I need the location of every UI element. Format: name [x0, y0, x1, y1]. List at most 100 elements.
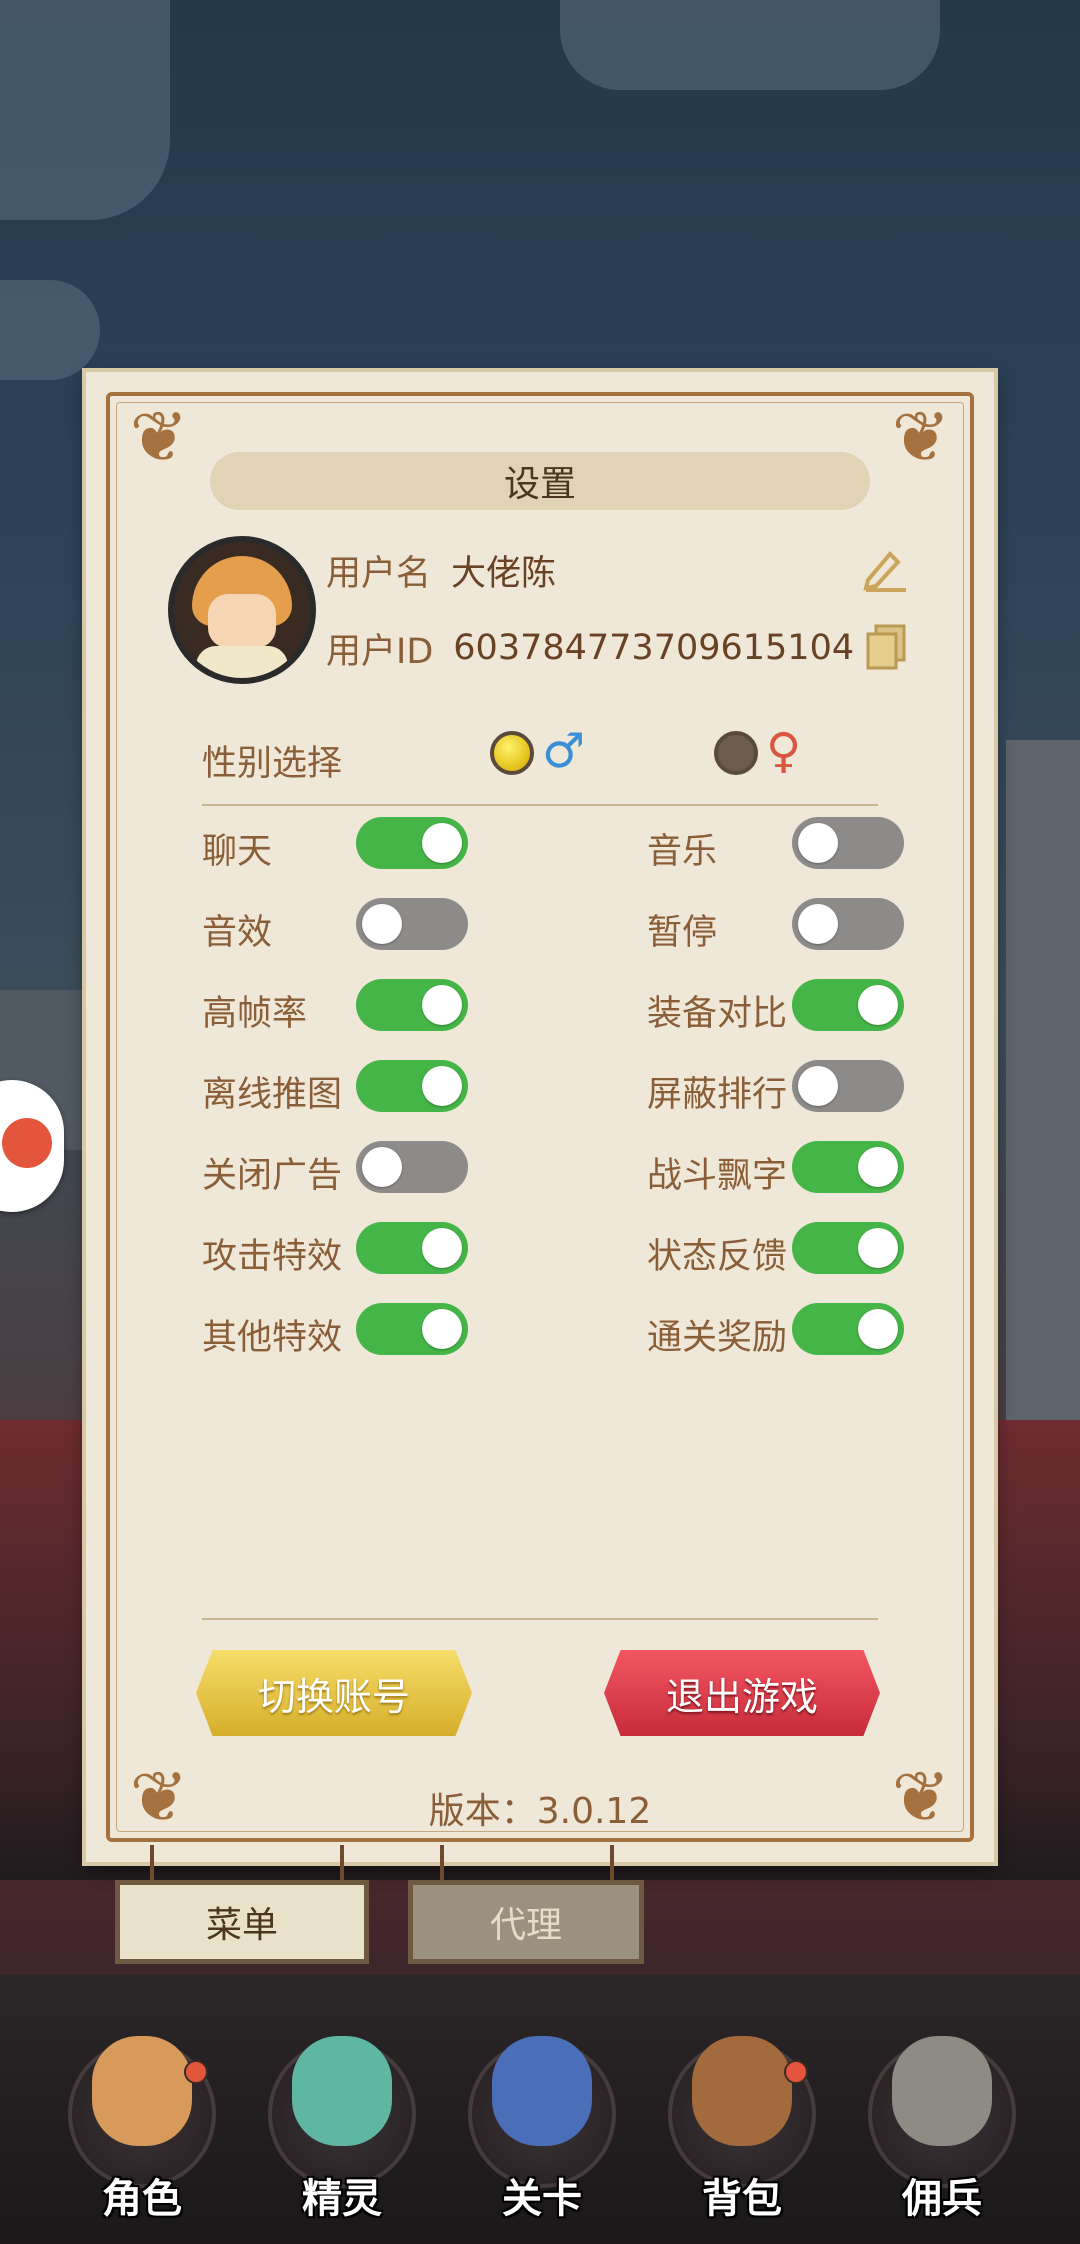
nav-label: 精灵 [302, 2176, 382, 2222]
setting-toggle[interactable] [792, 1141, 904, 1193]
rope [440, 1845, 444, 1885]
username-value: 大佬陈 [451, 553, 557, 594]
edit-icon[interactable] [860, 544, 910, 594]
tab-menu[interactable]: 菜单 [115, 1880, 369, 1964]
nav-label: 佣兵 [902, 2176, 982, 2222]
nav-icon [692, 2036, 792, 2146]
setting-row: 聊天 [202, 817, 502, 873]
nav-icon [492, 2036, 592, 2146]
nav-icon [292, 2036, 392, 2146]
setting-label: 关闭广告 [202, 1156, 343, 1196]
toggle-knob [422, 1228, 462, 1268]
toggle-knob [422, 1309, 462, 1349]
setting-label: 音乐 [647, 832, 718, 872]
cloud [0, 280, 100, 380]
female-icon: ♀ [766, 723, 802, 779]
setting-row: 通关奖励 [647, 1303, 947, 1359]
toggle-knob [422, 823, 462, 863]
setting-toggle[interactable] [356, 1303, 468, 1355]
quit-game-button[interactable]: 退出游戏 [604, 1650, 880, 1736]
setting-row: 离线推图 [202, 1060, 502, 1116]
nav-label: 关卡 [502, 2176, 582, 2222]
toggle-knob [422, 985, 462, 1025]
toggle-knob [798, 1066, 838, 1106]
toggle-knob [858, 1309, 898, 1349]
setting-toggle[interactable] [792, 1303, 904, 1355]
page-title: 设置 [503, 464, 576, 505]
toggle-knob [362, 904, 402, 944]
setting-toggle[interactable] [356, 979, 468, 1031]
setting-row: 高帧率 [202, 979, 502, 1035]
nav-item[interactable]: 精灵 [262, 2020, 422, 2230]
setting-row: 攻击特效 [202, 1222, 502, 1278]
setting-toggle[interactable] [356, 1060, 468, 1112]
setting-toggle[interactable] [356, 817, 468, 869]
setting-row: 战斗飘字 [647, 1141, 947, 1197]
cloud [560, 0, 940, 90]
notification-badge [184, 2060, 208, 2084]
nav-item[interactable]: 关卡 [462, 2020, 622, 2230]
setting-toggle[interactable] [792, 898, 904, 950]
setting-toggle[interactable] [356, 1141, 468, 1193]
male-radio[interactable] [490, 731, 534, 775]
avatar[interactable] [168, 536, 316, 684]
setting-label: 暂停 [647, 913, 718, 953]
stone-pillar [1006, 740, 1080, 1420]
nav-icon [92, 2036, 192, 2146]
nav-icon [892, 2036, 992, 2146]
toggle-knob [422, 1066, 462, 1106]
setting-row: 音效 [202, 898, 502, 954]
copy-icon[interactable] [862, 622, 912, 672]
setting-toggle[interactable] [792, 1060, 904, 1112]
mascot-icon [2, 1118, 52, 1168]
setting-row: 其他特效 [202, 1303, 502, 1359]
notification-badge [784, 2060, 808, 2084]
setting-toggle[interactable] [792, 1222, 904, 1274]
toggle-knob [798, 904, 838, 944]
nav-label: 角色 [102, 2176, 182, 2222]
userid-label: 用户ID [326, 631, 434, 672]
setting-label: 攻击特效 [202, 1237, 343, 1277]
toggle-knob [362, 1147, 402, 1187]
avatar-face [208, 594, 276, 648]
toggle-knob [858, 1147, 898, 1187]
nav-item[interactable]: 佣兵 [862, 2020, 1022, 2230]
setting-label: 装备对比 [647, 994, 788, 1034]
nav-item[interactable]: 角色 [62, 2020, 222, 2230]
male-icon: ♂ [542, 723, 586, 779]
tab-agent[interactable]: 代理 [408, 1880, 644, 1964]
nav-label: 背包 [702, 2176, 782, 2222]
corner-ornament-icon: ❦ [129, 396, 189, 478]
setting-row: 屏蔽排行 [647, 1060, 947, 1116]
gender-select-row: 性别选择 ♂ ♀ [202, 723, 882, 787]
setting-label: 离线推图 [202, 1075, 343, 1115]
toggle-knob [858, 1228, 898, 1268]
version-text: 版本：3.0.12 [428, 1791, 652, 1832]
switch-account-button[interactable]: 切换账号 [196, 1650, 472, 1736]
setting-label: 其他特效 [202, 1318, 343, 1358]
setting-label: 聊天 [202, 832, 273, 872]
toggle-knob [798, 823, 838, 863]
userid-row: 用户ID 603784773709615104 [326, 620, 854, 676]
setting-label: 音效 [202, 913, 273, 953]
setting-row: 音乐 [647, 817, 947, 873]
corner-ornament-icon: ❦ [891, 396, 951, 478]
setting-toggle[interactable] [792, 817, 904, 869]
divider [202, 804, 878, 806]
toggle-knob [858, 985, 898, 1025]
title-bar: 设置 [210, 452, 870, 510]
setting-row: 暂停 [647, 898, 947, 954]
cloud [0, 0, 170, 220]
rope [610, 1845, 614, 1885]
setting-toggle[interactable] [356, 898, 468, 950]
setting-label: 战斗飘字 [647, 1156, 788, 1196]
gender-label: 性别选择 [202, 744, 343, 784]
setting-toggle[interactable] [356, 1222, 468, 1274]
setting-row: 装备对比 [647, 979, 947, 1035]
rope [340, 1845, 344, 1885]
setting-toggle[interactable] [792, 979, 904, 1031]
nav-item[interactable]: 背包 [662, 2020, 822, 2230]
female-radio[interactable] [714, 731, 758, 775]
setting-row: 状态反馈 [647, 1222, 947, 1278]
username-row: 用户名 大佬陈 [326, 542, 556, 598]
